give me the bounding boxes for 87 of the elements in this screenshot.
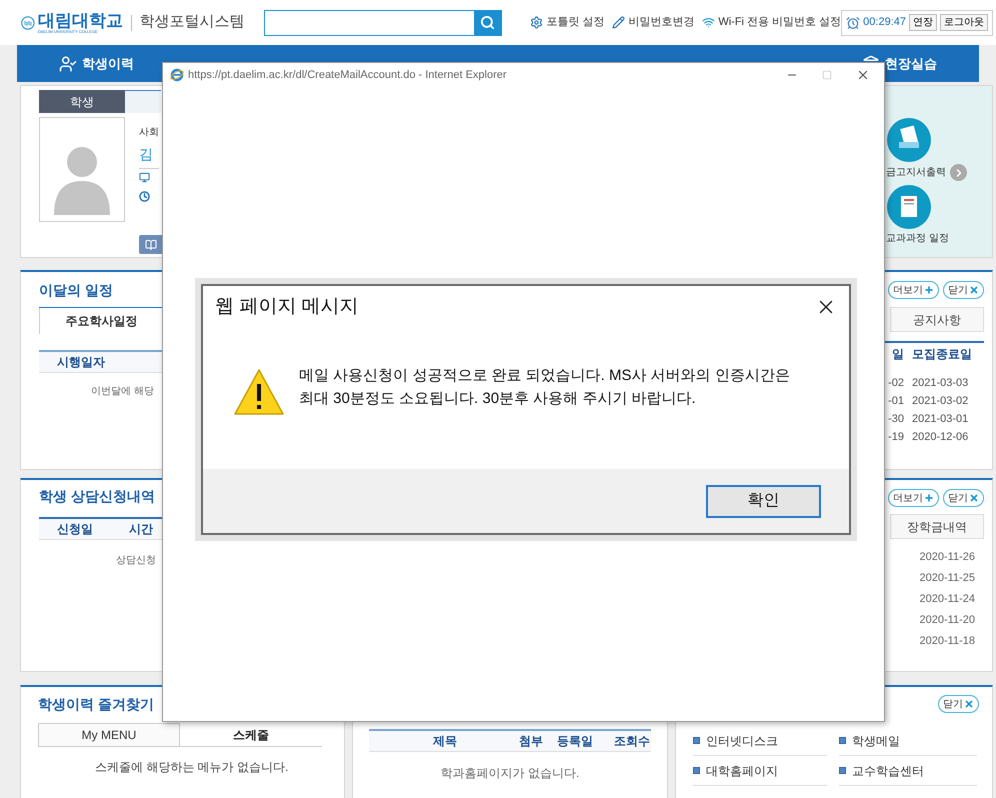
quick-link[interactable]: 교수학습센터 (839, 756, 977, 786)
panel-title: 이달의 일정 (39, 281, 114, 300)
column-header: 첨부 (519, 733, 544, 750)
header-link[interactable]: 비밀번호변경 (612, 14, 694, 31)
alarm-clock-icon (846, 16, 860, 30)
header-link[interactable]: Wi-Fi 전용 비밀번호 설정 (702, 14, 842, 31)
table-cell-text: 2020-11-20 (920, 613, 975, 628)
clock-icon (139, 191, 150, 202)
table-cell-text: 2020-12-06 (912, 430, 970, 445)
more-button[interactable]: 더보기 (888, 489, 939, 507)
more-button[interactable]: 더보기 (888, 281, 939, 299)
close-icon (969, 493, 979, 503)
close-icon (969, 285, 979, 295)
logo-name: 대림대학교 (38, 12, 123, 28)
table-cell-text: 2021-03-01 (912, 412, 970, 427)
student-name: 김 (139, 145, 153, 164)
gear-icon (530, 16, 544, 29)
table-cell-text: -02 (887, 376, 904, 391)
close-icon (856, 68, 870, 82)
table-cell-text: 2021-03-02 (912, 394, 970, 409)
column-header: 등록일 (557, 733, 594, 750)
quick-link[interactable]: 대학홈페이지 (693, 756, 827, 786)
notebook-icon (887, 185, 931, 229)
column-header: 신청일 (57, 521, 93, 538)
column-header: 모집종료일 (912, 346, 973, 363)
column-header: 일 (891, 346, 904, 363)
header-link[interactable]: 포틀릿 설정 (530, 14, 604, 31)
empty-message: 이번달에 해당 (91, 385, 154, 399)
close-button[interactable]: 닫기 (938, 695, 979, 713)
browser-logo-icon (170, 68, 184, 82)
profile-tab[interactable]: 학생 (39, 90, 125, 113)
table-cell-text: 2020-11-24 (920, 592, 975, 607)
panel-tab[interactable]: My MENU (38, 723, 180, 747)
close-button[interactable] (856, 68, 870, 82)
search-field[interactable] (264, 10, 502, 36)
maximize-icon (822, 70, 832, 80)
empty-message: 스케줄에 해당하는 메뉴가 없습니다. (95, 759, 290, 776)
table-cell-text: 2020-11-18 (920, 634, 975, 649)
pencil-icon (612, 16, 626, 29)
warning-icon (233, 368, 285, 416)
book-icon (144, 238, 156, 250)
table-cell-text: -01 (887, 394, 904, 409)
close-icon (964, 699, 974, 709)
document-tray-icon (887, 118, 931, 162)
logout-button[interactable]: 로그아웃 (940, 14, 988, 31)
search-icon (480, 15, 496, 30)
bullet-icon (693, 737, 700, 744)
table-cell-text: 2021-03-03 (912, 376, 970, 391)
department-text: 사회 (139, 126, 159, 140)
plus-icon (924, 285, 934, 295)
column-header: 시행일자 (57, 354, 105, 371)
arrow-button[interactable] (950, 164, 967, 181)
panel-tab[interactable]: 장학금내역 (890, 514, 984, 539)
column-header: 제목 (433, 733, 458, 750)
column-header: 조회수 (614, 733, 650, 750)
bullet-icon (839, 767, 846, 774)
search-button[interactable] (474, 10, 502, 34)
table-cell-text: -19 (887, 430, 904, 445)
table-cell-text: -30 (887, 412, 904, 427)
quick-link[interactable]: 교과과정 일정 (886, 231, 949, 246)
empty-message: 학과홈페이지가 없습니다. (440, 765, 580, 782)
dialog-title: 웹 페이지 메시지 (215, 294, 359, 319)
column-header: 시간 (129, 521, 153, 538)
bullet-icon (839, 737, 846, 744)
table-cell-text: 2020-11-26 (920, 550, 975, 565)
panel-title: 학생 상담신청내역 (39, 487, 156, 506)
nav-item[interactable]: 학생이력 (59, 54, 134, 74)
empty-message: 상담신청 (116, 554, 156, 568)
table-cell-text: 2020-11-25 (920, 571, 975, 586)
bullet-icon (693, 767, 700, 774)
person-icon (59, 54, 77, 72)
window-title: https://pt.daelim.ac.kr/dl/CreateMailAccount.do - Internet Explorer (188, 68, 507, 83)
panel-title: 학생이력 즐겨찾기 (38, 695, 155, 714)
close-button[interactable]: 닫기 (943, 489, 984, 507)
panel-tab[interactable]: 공지사항 (890, 307, 984, 332)
quick-link[interactable]: 학생메일 (839, 726, 977, 756)
system-name: 학생포털시스템 (139, 12, 244, 32)
ok-button[interactable]: 확인 (706, 484, 821, 518)
extend-button[interactable]: 연장 (909, 14, 937, 31)
quick-link[interactable]: 금고지서출력 (886, 165, 946, 180)
close-button[interactable]: 닫기 (943, 281, 984, 299)
quick-link[interactable]: 인터넷디스크 (693, 726, 827, 756)
plus-icon (924, 493, 934, 503)
book-button[interactable] (139, 235, 162, 254)
session-timer: 00:29:47 (863, 15, 906, 30)
dialog-message: 메일 사용신청이 성공적으로 완료 되었습니다. MS사 서버와의 인증시간은 최대 30분정도 소요됩니다. 30분후 사용해 주시기 바랍니다. (299, 366, 791, 409)
monitor-icon (139, 172, 150, 183)
